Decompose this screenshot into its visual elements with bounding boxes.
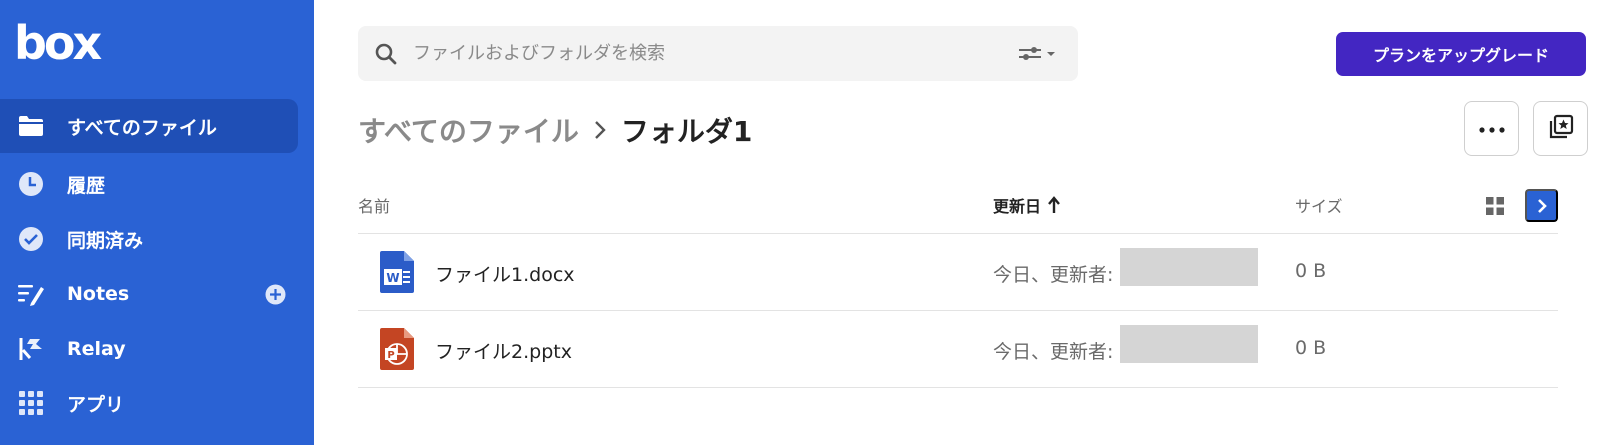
search-bar bbox=[358, 26, 1078, 81]
file-name[interactable]: ファイル1.docx bbox=[435, 260, 575, 287]
sidebar-item-relay[interactable]: Relay bbox=[0, 322, 298, 376]
powerpoint-file-icon: P bbox=[380, 328, 414, 370]
sidebar-item-label: Notes bbox=[67, 283, 130, 305]
search-filter-icon[interactable] bbox=[1017, 44, 1059, 64]
sidebar-item-label: 同期済み bbox=[67, 229, 144, 252]
modified-text: 今日、更新者: bbox=[993, 264, 1114, 286]
table-row[interactable]: P ファイル2.pptx 今日、更新者: 0 B bbox=[358, 311, 1558, 387]
sidebar-item-synced[interactable]: 同期済み bbox=[0, 212, 298, 266]
redacted-user-block bbox=[1120, 248, 1258, 286]
more-options-button[interactable] bbox=[1464, 101, 1519, 156]
svg-text:W: W bbox=[386, 271, 399, 285]
breadcrumb-root-link[interactable]: すべてのファイル bbox=[358, 110, 579, 150]
modified-text: 今日、更新者: bbox=[993, 341, 1114, 363]
breadcrumb-current-folder: フォルダ1 bbox=[620, 115, 753, 148]
column-header-modified[interactable]: 更新日 bbox=[993, 193, 1061, 217]
column-header-label: 更新日 bbox=[993, 197, 1042, 216]
sidebar-item-notes[interactable]: Notes bbox=[0, 267, 298, 321]
search-input[interactable] bbox=[413, 26, 973, 81]
breadcrumb: すべてのファイル フォルダ1 bbox=[358, 108, 752, 152]
sidebar-item-apps[interactable]: アプリ bbox=[0, 376, 298, 430]
word-file-icon: W bbox=[380, 251, 414, 293]
folder-icon bbox=[17, 112, 45, 140]
sidebar-item-all-files[interactable]: すべてのファイル bbox=[0, 99, 298, 153]
chevron-right-icon bbox=[1535, 197, 1549, 215]
sidebar: box すべてのファイル 履歴 同期済み Notes Relay アプリ bbox=[0, 0, 314, 445]
search-icon bbox=[374, 42, 398, 66]
sidebar-panel-toggle-button[interactable] bbox=[1525, 189, 1558, 222]
table-row[interactable]: W ファイル1.docx 今日、更新者: 0 B bbox=[358, 234, 1558, 310]
add-note-icon[interactable] bbox=[264, 283, 286, 305]
svg-text:P: P bbox=[387, 350, 394, 361]
collection-star-icon bbox=[1548, 114, 1574, 143]
notes-icon bbox=[17, 280, 45, 308]
box-logo[interactable]: box bbox=[14, 18, 102, 68]
sidebar-item-label: アプリ bbox=[67, 393, 125, 416]
chevron-right-icon bbox=[585, 115, 615, 145]
relay-icon bbox=[17, 335, 45, 363]
divider bbox=[358, 387, 1558, 388]
grid-view-icon[interactable] bbox=[1485, 196, 1505, 216]
upgrade-plan-button[interactable]: プランをアップグレード bbox=[1336, 32, 1586, 76]
file-size: 0 B bbox=[1295, 260, 1327, 282]
column-header-size[interactable]: サイズ bbox=[1295, 193, 1343, 217]
redacted-user-block bbox=[1120, 325, 1258, 363]
clock-icon bbox=[17, 170, 45, 198]
arrow-up-icon bbox=[1047, 196, 1061, 214]
file-name[interactable]: ファイル2.pptx bbox=[435, 337, 572, 364]
sidebar-item-label: すべてのファイル bbox=[67, 116, 217, 139]
ellipsis-icon bbox=[1478, 121, 1505, 136]
add-to-collection-button[interactable] bbox=[1533, 101, 1588, 156]
apps-grid-icon bbox=[17, 389, 45, 417]
check-circle-icon bbox=[17, 225, 45, 253]
sidebar-item-history[interactable]: 履歴 bbox=[0, 157, 298, 211]
column-header-name[interactable]: 名前 bbox=[358, 193, 390, 217]
file-size: 0 B bbox=[1295, 337, 1327, 359]
sidebar-item-label: Relay bbox=[67, 338, 126, 360]
sidebar-item-label: 履歴 bbox=[67, 174, 106, 197]
